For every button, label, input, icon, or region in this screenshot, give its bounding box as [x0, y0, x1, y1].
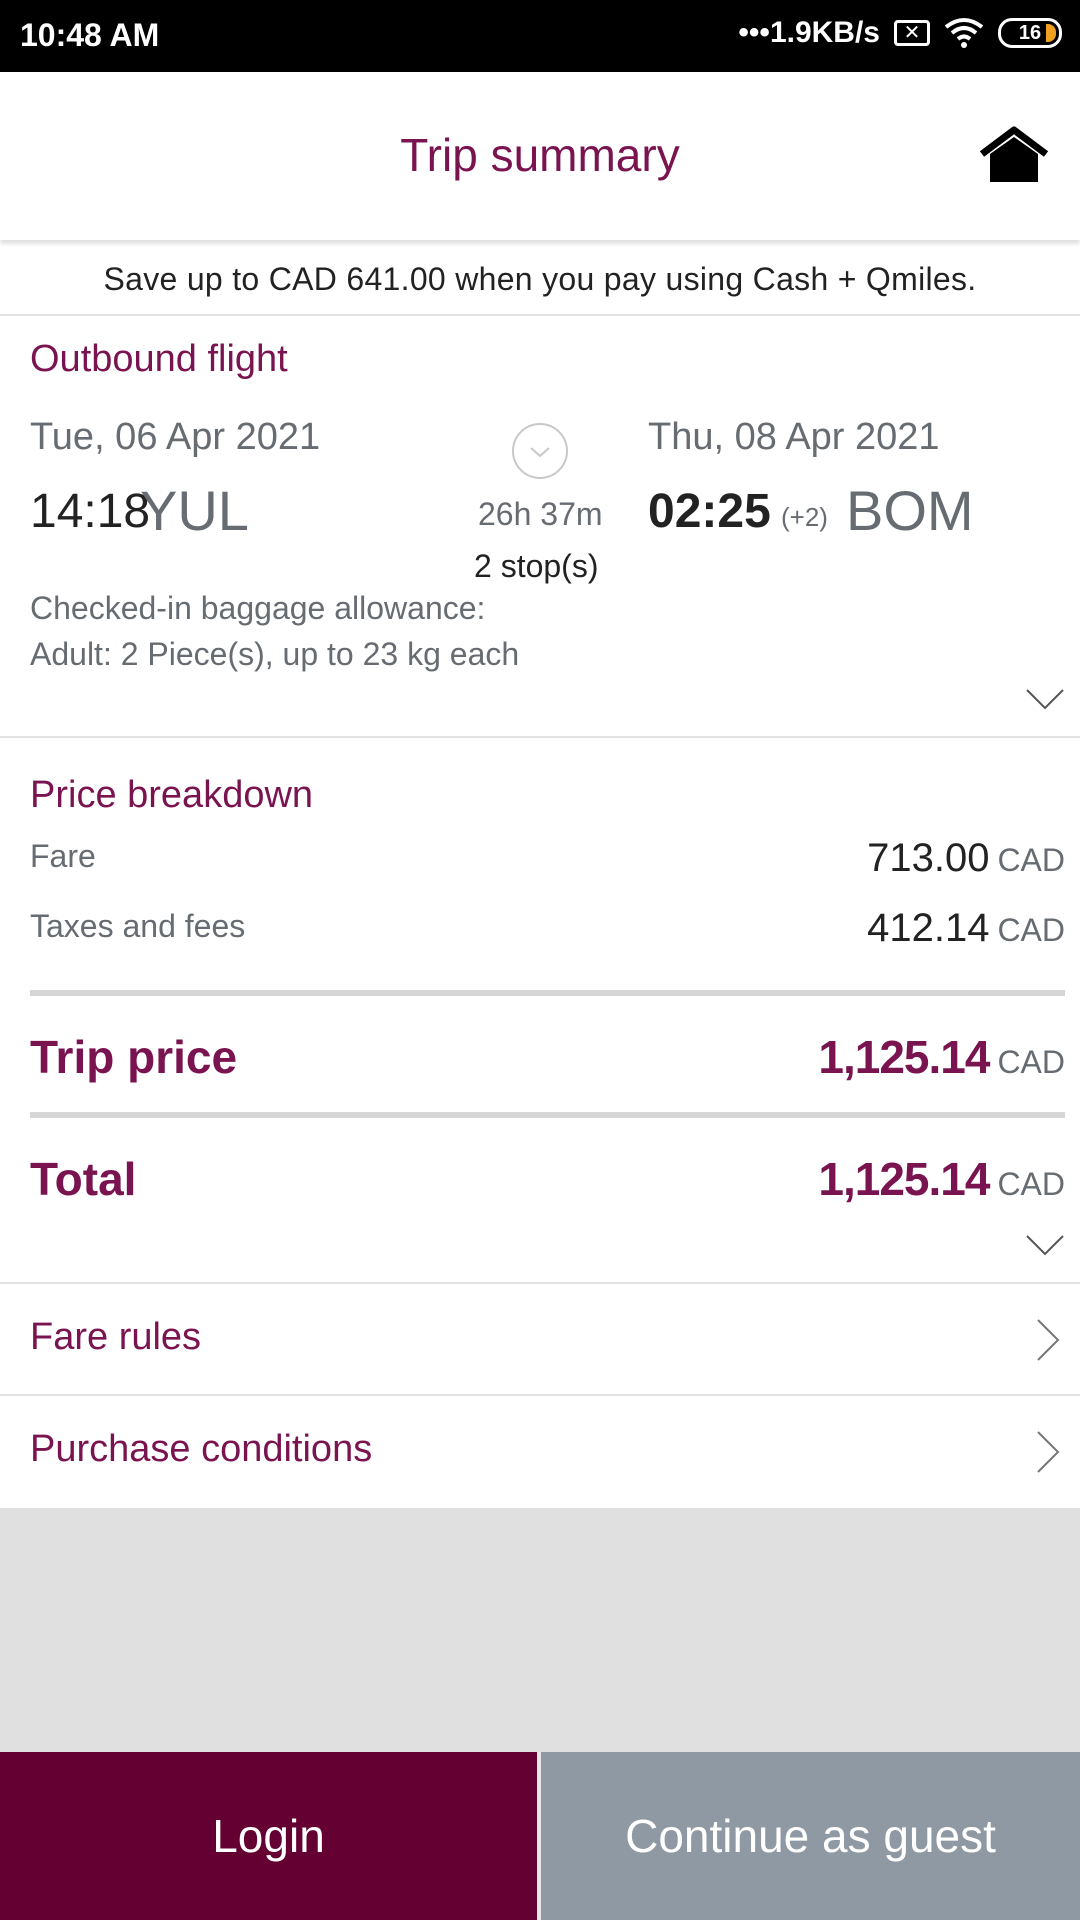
- signal-dots-icon: •••: [738, 16, 770, 49]
- continue-as-guest-button[interactable]: Continue as guest: [541, 1752, 1080, 1920]
- wifi-icon: [944, 18, 984, 48]
- chevron-right-icon: [1037, 1431, 1060, 1473]
- flight-stops: 2 stop(s): [474, 548, 599, 584]
- divider: [0, 736, 1080, 738]
- baggage-label: Checked-in baggage allowance:: [30, 590, 486, 626]
- login-button[interactable]: Login: [0, 1752, 537, 1920]
- flight-duration: 26h 37m: [478, 496, 603, 532]
- day-offset: (+2): [781, 502, 828, 532]
- taxes-currency: CAD: [997, 912, 1065, 948]
- trip-price-amount: 1,125.14 CAD: [818, 1030, 1065, 1084]
- network-speed: •••1.9KB/s: [738, 16, 880, 49]
- arrive-airport: BOM: [846, 479, 974, 542]
- divider: [30, 1112, 1065, 1118]
- cash-qmiles-promo: Save up to CAD 641.00 when you pay using…: [0, 244, 1080, 316]
- fare-rules-label: Fare rules: [30, 1316, 202, 1358]
- total-currency: CAD: [997, 1166, 1065, 1202]
- arrive-date: Thu, 08 Apr 2021: [648, 416, 940, 458]
- status-bar: 10:48 AM •••1.9KB/s ✕ 16: [0, 0, 1080, 72]
- app-header: Trip summary: [0, 72, 1080, 240]
- expand-outbound-chevron-down-icon[interactable]: [1025, 688, 1065, 712]
- trip-price-currency: CAD: [997, 1044, 1065, 1080]
- flight-status-icon: [512, 423, 568, 479]
- expand-total-chevron-down-icon[interactable]: [1025, 1234, 1065, 1258]
- chevron-right-icon: [1037, 1319, 1060, 1361]
- home-icon[interactable]: [978, 124, 1050, 184]
- price-section-title: Price breakdown: [30, 774, 314, 816]
- fare-currency: CAD: [997, 842, 1065, 878]
- trip-price-value: 1,125.14: [818, 1031, 990, 1083]
- taxes-label: Taxes and fees: [30, 908, 246, 944]
- sim-x-icon: ✕: [894, 20, 930, 46]
- baggage-detail: Adult: 2 Piece(s), up to 23 kg each: [30, 636, 520, 672]
- status-time: 10:48 AM: [20, 17, 160, 53]
- taxes-value: 412.14: [867, 906, 990, 950]
- empty-area: [0, 1508, 1080, 1752]
- depart-date: Tue, 06 Apr 2021: [30, 416, 321, 458]
- total-label: Total: [30, 1153, 137, 1205]
- depart-airport: YUL: [140, 479, 249, 542]
- arrive-time: 02:25: [648, 485, 771, 538]
- divider: [30, 990, 1065, 996]
- battery-icon: 16: [998, 18, 1062, 48]
- total-value: 1,125.14: [818, 1153, 990, 1205]
- fare-value: 713.00: [867, 836, 990, 880]
- purchase-conditions-label: Purchase conditions: [30, 1428, 373, 1470]
- fare-label: Fare: [30, 838, 96, 874]
- page-title: Trip summary: [400, 129, 680, 181]
- trip-price-label: Trip price: [30, 1031, 238, 1083]
- status-icons: •••1.9KB/s ✕ 16: [738, 16, 1062, 50]
- fare-rules-row[interactable]: Fare rules: [0, 1284, 1080, 1394]
- depart-time: 14:18: [30, 485, 151, 538]
- taxes-amount: 412.14 CAD: [867, 906, 1065, 951]
- fare-amount: 713.00 CAD: [867, 836, 1065, 881]
- total-amount: 1,125.14 CAD: [818, 1152, 1065, 1206]
- outbound-section-title: Outbound flight: [30, 338, 288, 380]
- purchase-conditions-row[interactable]: Purchase conditions: [0, 1396, 1080, 1506]
